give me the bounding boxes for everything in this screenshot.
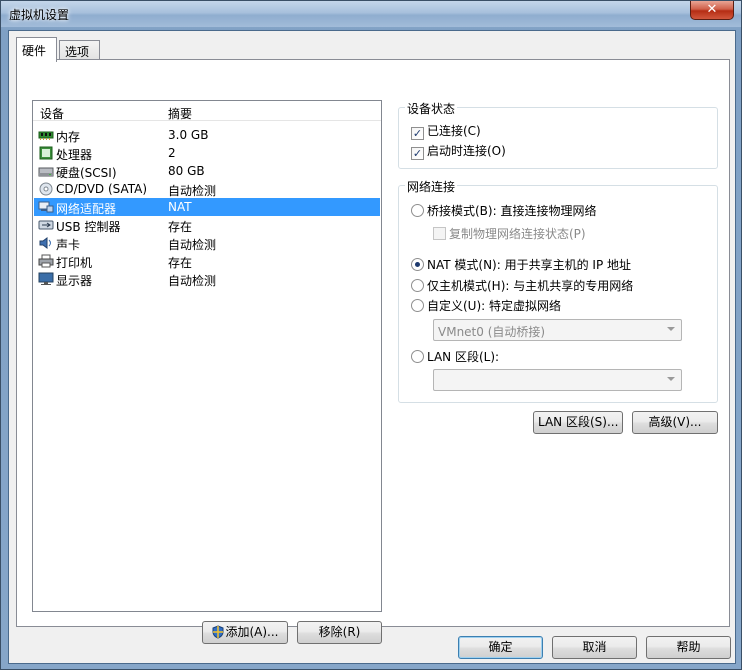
device-row-sound-card[interactable]: 声卡 自动检测 xyxy=(34,234,380,252)
add-device-button[interactable]: 添加(A)... xyxy=(202,621,288,644)
tab-hardware[interactable]: 硬件 xyxy=(16,37,57,62)
close-icon: ✕ xyxy=(706,2,718,17)
device-row-processor[interactable]: 处理器 2 xyxy=(34,144,380,162)
custom-network-value: VMnet0 (自动桥接) xyxy=(438,325,546,339)
lan-segment-label: LAN 区段(L): xyxy=(427,350,500,364)
shield-icon xyxy=(212,625,224,639)
nat-mode-radio[interactable]: NAT 模式(N): 用于共享主机的 IP 地址 xyxy=(411,256,631,273)
cd-dvd-icon xyxy=(39,182,53,196)
network-adapter-icon xyxy=(38,201,54,213)
cancel-label: 取消 xyxy=(582,640,607,654)
lan-segments-label: LAN 区段(S)... xyxy=(538,415,619,429)
cancel-button[interactable]: 取消 xyxy=(552,636,637,659)
custom-network-select[interactable]: VMnet0 (自动桥接) xyxy=(433,319,682,341)
title-bar[interactable]: 虚拟机设置 ✕ xyxy=(1,1,741,27)
checkbox-icon xyxy=(433,227,446,240)
advanced-button[interactable]: 高级(V)... xyxy=(632,411,718,434)
radio-icon xyxy=(411,279,424,292)
device-summary: 自动检测 xyxy=(168,238,217,252)
network-connection-group: 网络连接 桥接模式(B): 直接连接物理网络 复制物理网络连接状态(P) NAT… xyxy=(398,178,718,403)
replicate-physical-state-checkbox[interactable]: 复制物理网络连接状态(P) xyxy=(433,225,586,242)
lan-segments-button[interactable]: LAN 区段(S)... xyxy=(533,411,623,434)
device-row-display[interactable]: 显示器 自动检测 xyxy=(34,270,380,288)
check-icon: ✓ xyxy=(411,127,424,140)
device-name: 显示器 xyxy=(56,274,93,288)
network-connection-label: 网络连接 xyxy=(405,178,458,195)
window-title: 虚拟机设置 xyxy=(9,8,70,22)
lan-segment-select[interactable] xyxy=(433,369,682,391)
device-summary: 存在 xyxy=(168,256,193,270)
device-name: CD/DVD (SATA) xyxy=(56,182,148,196)
processor-icon xyxy=(39,146,53,160)
device-status-label: 设备状态 xyxy=(405,100,458,117)
device-row-usb[interactable]: USB 控制器 存在 xyxy=(34,216,380,234)
hardware-tab-panel: 设备 摘要 内存 3.0 GB 处理器 2 硬盘(SCSI) 80 GB CD/… xyxy=(16,59,730,644)
help-label: 帮助 xyxy=(676,640,701,654)
usb-icon xyxy=(38,220,54,230)
ok-label: 确定 xyxy=(488,640,513,654)
host-only-mode-radio[interactable]: 仅主机模式(H): 与主机共享的专用网络 xyxy=(411,277,633,294)
custom-network-radio[interactable]: 自定义(U): 特定虚拟网络 xyxy=(411,297,561,314)
printer-icon xyxy=(38,254,54,268)
connected-checkbox[interactable]: ✓ 已连接(C) xyxy=(411,122,481,140)
remove-device-button[interactable]: 移除(R) xyxy=(297,621,382,644)
host-only-mode-label: 仅主机模式(H): 与主机共享的专用网络 xyxy=(427,279,634,293)
device-list-header: 设备 摘要 xyxy=(33,101,381,121)
radio-icon xyxy=(411,299,424,312)
device-summary: 存在 xyxy=(168,220,193,234)
device-name: 打印机 xyxy=(56,256,93,270)
chevron-down-icon xyxy=(667,327,675,331)
radio-icon xyxy=(411,204,424,217)
connect-at-power-on-label: 启动时连接(O) xyxy=(427,144,506,158)
radio-icon xyxy=(411,258,424,271)
device-name: USB 控制器 xyxy=(56,220,121,234)
radio-icon xyxy=(411,350,424,363)
close-button[interactable]: ✕ xyxy=(690,1,734,20)
device-summary: 2 xyxy=(168,146,176,160)
bridged-mode-radio[interactable]: 桥接模式(B): 直接连接物理网络 xyxy=(411,202,596,219)
tab-options-label: 选项 xyxy=(65,45,90,59)
device-name: 声卡 xyxy=(56,238,81,252)
connect-at-power-on-checkbox[interactable]: ✓ 启动时连接(O) xyxy=(411,142,506,160)
check-icon: ✓ xyxy=(411,147,424,160)
remove-device-label: 移除(R) xyxy=(318,625,361,639)
sound-card-icon xyxy=(39,237,51,249)
device-list[interactable]: 设备 摘要 内存 3.0 GB 处理器 2 硬盘(SCSI) 80 GB CD/… xyxy=(32,100,382,612)
vm-settings-window: 虚拟机设置 ✕ 硬件 选项 设备 摘要 内存 3.0 GB 处理器 2 硬盘(S… xyxy=(0,0,742,670)
memory-icon xyxy=(38,131,54,140)
device-name: 网络适配器 xyxy=(56,202,117,216)
device-summary: 3.0 GB xyxy=(168,128,209,142)
device-row-printer[interactable]: 打印机 存在 xyxy=(34,252,380,270)
device-summary: 自动检测 xyxy=(168,184,217,198)
connected-label: 已连接(C) xyxy=(427,124,481,138)
replicate-physical-state-label: 复制物理网络连接状态(P) xyxy=(449,227,586,241)
device-summary: NAT xyxy=(168,200,192,214)
custom-network-label: 自定义(U): 特定虚拟网络 xyxy=(427,299,562,313)
ok-button[interactable]: 确定 xyxy=(458,636,543,659)
device-summary: 80 GB xyxy=(168,164,205,178)
device-name: 硬盘(SCSI) xyxy=(56,166,117,180)
lan-segment-radio[interactable]: LAN 区段(L): xyxy=(411,348,499,365)
nat-mode-label: NAT 模式(N): 用于共享主机的 IP 地址 xyxy=(427,258,632,272)
help-button[interactable]: 帮助 xyxy=(646,636,731,659)
dialog-body: 硬件 选项 设备 摘要 内存 3.0 GB 处理器 2 硬盘(SCSI) 80 … xyxy=(8,30,736,664)
tab-options[interactable]: 选项 xyxy=(59,40,100,59)
hard-disk-icon xyxy=(38,167,54,177)
device-name: 处理器 xyxy=(56,148,93,162)
device-name: 内存 xyxy=(56,130,81,144)
device-row-hard-disk[interactable]: 硬盘(SCSI) 80 GB xyxy=(34,162,380,180)
add-device-label: 添加(A)... xyxy=(225,625,279,639)
chevron-down-icon xyxy=(667,377,675,381)
bridged-mode-label: 桥接模式(B): 直接连接物理网络 xyxy=(427,204,597,218)
display-icon xyxy=(38,272,54,285)
advanced-label: 高级(V)... xyxy=(648,415,702,429)
device-status-group: 设备状态 ✓ 已连接(C) ✓ 启动时连接(O) xyxy=(398,100,718,169)
device-summary: 自动检测 xyxy=(168,274,217,288)
column-device-header[interactable]: 设备 xyxy=(40,105,64,122)
device-row-network-adapter[interactable]: 网络适配器 NAT xyxy=(34,198,380,216)
device-row-cd-dvd[interactable]: CD/DVD (SATA) 自动检测 xyxy=(34,180,380,198)
device-row-memory[interactable]: 内存 3.0 GB xyxy=(34,126,380,144)
column-summary-header[interactable]: 摘要 xyxy=(168,105,192,122)
tab-hardware-label: 硬件 xyxy=(22,44,47,58)
